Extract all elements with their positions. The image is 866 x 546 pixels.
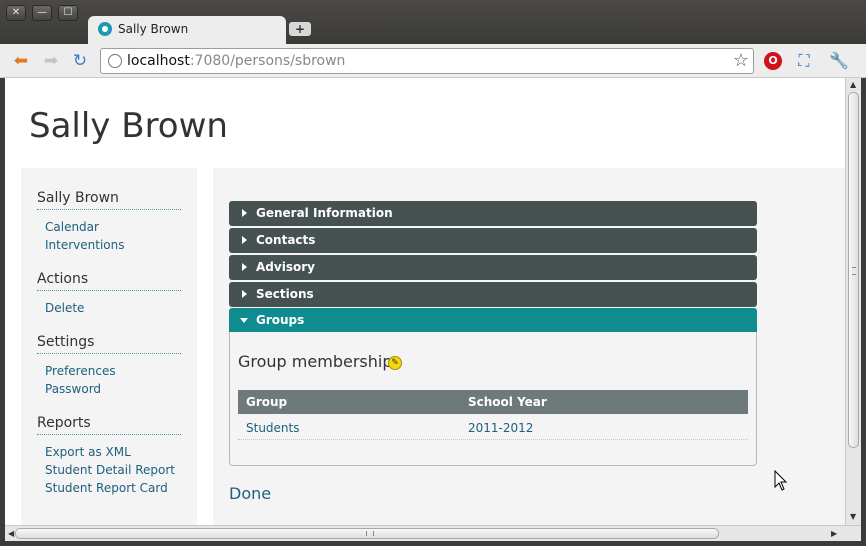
reload-icon[interactable]: ↻	[69, 50, 91, 72]
page-viewport: Sally Brown Sally Brown Calendar Interve…	[5, 78, 845, 525]
accordion-groups[interactable]: Groups	[229, 308, 757, 333]
sidebar-heading-reports: Reports	[37, 415, 181, 435]
window-titlebar: ✕ — ☐ Sally Brown +	[0, 0, 866, 44]
sidebar-heading-person: Sally Brown	[37, 190, 181, 210]
fullscreen-icon[interactable]: ⛶	[793, 50, 815, 72]
sidebar-link-password[interactable]: Password	[45, 382, 101, 396]
accordion-advisory[interactable]: Advisory	[229, 255, 757, 280]
sidebar-link-interventions[interactable]: Interventions	[45, 238, 125, 252]
bookmark-star-icon[interactable]: ☆	[733, 50, 749, 71]
table-row: Students 2011-2012	[238, 416, 748, 440]
sidebar-heading-actions: Actions	[37, 271, 181, 291]
maximize-window-button[interactable]: ☐	[58, 5, 78, 21]
group-memberships-title: Group memberships	[238, 352, 401, 371]
minimize-window-button[interactable]: —	[32, 5, 52, 21]
vertical-scroll-thumb[interactable]	[848, 92, 859, 448]
edit-pencil-icon[interactable]: ✎	[388, 356, 402, 370]
caret-right-icon	[242, 209, 247, 217]
grip-icon	[366, 531, 374, 536]
sidebar-link-preferences[interactable]: Preferences	[45, 364, 116, 378]
main-content: General Information Contacts Advisory Se…	[213, 168, 845, 525]
vertical-scrollbar[interactable]: ▲ ▼	[845, 78, 861, 525]
sidebar-link-delete[interactable]: Delete	[45, 301, 84, 315]
favicon-icon	[98, 22, 112, 36]
groups-table-header: Group School Year	[238, 390, 748, 414]
tab-title: Sally Brown	[118, 22, 189, 36]
wrench-icon[interactable]: 🔧	[828, 50, 850, 72]
group-link[interactable]: Students	[246, 421, 300, 435]
caret-right-icon	[242, 236, 247, 244]
back-arrow-icon[interactable]: ⬅	[10, 50, 32, 72]
groups-panel: Group memberships ✎ Group School Year St…	[229, 332, 757, 466]
horizontal-scroll-thumb[interactable]	[15, 528, 719, 539]
sidebar-heading-settings: Settings	[37, 334, 181, 354]
caret-right-icon	[242, 263, 247, 271]
address-bar[interactable]: localhost:7080/persons/sbrown ☆	[100, 48, 754, 74]
accordion-contacts[interactable]: Contacts	[229, 228, 757, 253]
scroll-down-arrow-icon[interactable]: ▼	[850, 512, 856, 521]
page-title: Sally Brown	[29, 106, 228, 146]
grip-icon	[852, 267, 856, 275]
column-header-group: Group	[246, 395, 288, 409]
sidebar-link-export-xml[interactable]: Export as XML	[45, 445, 131, 459]
browser-tab[interactable]: Sally Brown	[88, 16, 286, 44]
sidebar-link-calendar[interactable]: Calendar	[45, 220, 99, 234]
sidebar: Sally Brown Calendar Interventions Actio…	[21, 168, 197, 525]
opera-icon[interactable]: O	[764, 52, 782, 70]
globe-icon	[108, 54, 122, 68]
horizontal-scrollbar[interactable]: ◀ ▶	[5, 525, 861, 541]
accordion-general-information[interactable]: General Information	[229, 201, 757, 226]
column-header-school-year: School Year	[468, 395, 547, 409]
scroll-up-arrow-icon[interactable]: ▲	[850, 80, 856, 89]
sidebar-link-student-detail-report[interactable]: Student Detail Report	[45, 463, 175, 477]
sidebar-link-student-report-card[interactable]: Student Report Card	[45, 481, 168, 495]
url-text: localhost:7080/persons/sbrown	[127, 53, 346, 69]
caret-right-icon	[242, 290, 247, 298]
browser-toolbar: ⬅ ➡ ↻ localhost:7080/persons/sbrown ☆ O …	[0, 44, 866, 78]
scroll-right-arrow-icon[interactable]: ▶	[831, 529, 837, 538]
new-tab-button[interactable]: +	[289, 22, 311, 36]
scroll-left-arrow-icon[interactable]: ◀	[8, 529, 14, 538]
forward-arrow-icon[interactable]: ➡	[40, 50, 62, 72]
caret-down-icon	[240, 318, 248, 323]
close-window-button[interactable]: ✕	[6, 5, 26, 21]
done-button[interactable]: Done	[229, 484, 271, 503]
accordion-sections[interactable]: Sections	[229, 282, 757, 307]
mouse-cursor-icon	[774, 470, 788, 491]
school-year-link[interactable]: 2011-2012	[468, 421, 533, 435]
